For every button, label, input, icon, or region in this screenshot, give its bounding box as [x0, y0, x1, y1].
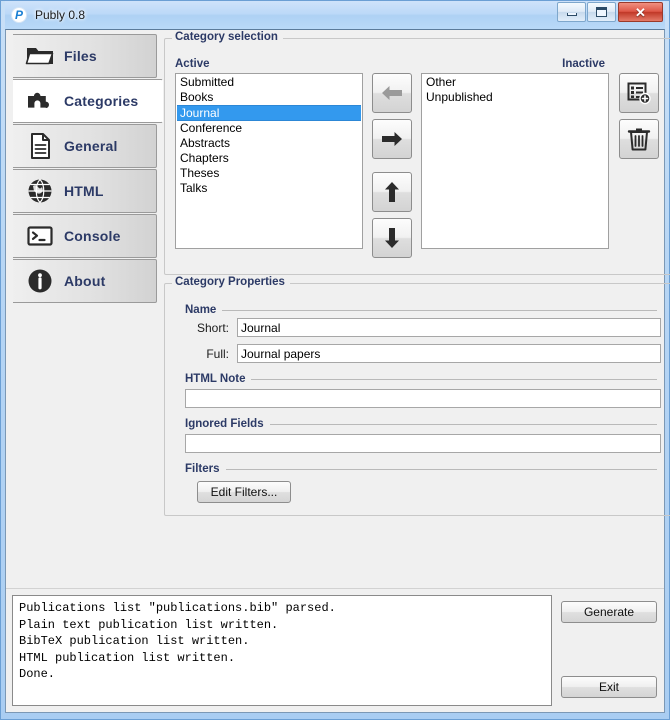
ignored-fields-subgroup-title: Ignored Fields: [185, 418, 270, 430]
list-item[interactable]: Chapters: [177, 151, 361, 166]
sidebar-item-label: Console: [64, 228, 121, 244]
generate-button[interactable]: Generate: [561, 601, 657, 623]
maximize-button[interactable]: [587, 2, 616, 22]
close-button[interactable]: ✕: [618, 2, 663, 22]
application-window: P Publy 0.8 ✕ Files Categories General H…: [0, 0, 670, 720]
globe-icon: [25, 176, 55, 206]
action-buttons: Generate Exit: [552, 595, 658, 706]
arrow-left-icon: [382, 86, 402, 100]
exit-button[interactable]: Exit: [561, 676, 657, 698]
list-item[interactable]: Unpublished: [423, 90, 607, 105]
edit-filters-button[interactable]: Edit Filters...: [197, 481, 291, 503]
settings-panel: Category selection Active Submitted Book…: [161, 30, 670, 588]
info-icon: [25, 266, 55, 296]
trash-icon: [627, 128, 651, 151]
sidebar-item-general[interactable]: General: [13, 124, 157, 168]
category-selection-group: Category selection Active Submitted Book…: [164, 31, 670, 275]
category-actions: [609, 55, 661, 165]
html-note-input[interactable]: [185, 389, 661, 408]
divider: [185, 310, 657, 311]
transfer-buttons: [363, 55, 421, 264]
full-name-label: Full:: [206, 346, 229, 361]
close-icon: ✕: [635, 4, 646, 20]
list-item[interactable]: Journal: [177, 105, 361, 121]
filters-subgroup-title: Filters: [185, 463, 226, 475]
sidebar-item-label: General: [64, 138, 118, 154]
group-title: Category selection: [172, 31, 283, 43]
list-item[interactable]: Theses: [177, 166, 361, 181]
move-up-button[interactable]: [372, 172, 412, 212]
ignored-fields-subgroup: Ignored Fields: [185, 418, 661, 453]
active-list-label: Active: [175, 58, 210, 70]
console-line: HTML publication list written.: [19, 650, 236, 665]
short-name-row: Short:: [185, 318, 661, 337]
sidebar-item-html[interactable]: HTML: [13, 169, 157, 213]
filters-subgroup: Filters Edit Filters...: [185, 463, 661, 503]
list-item[interactable]: Talks: [177, 181, 361, 196]
category-transfer: Active Submitted Books Journal Conferenc…: [175, 55, 661, 264]
sidebar: Files Categories General HTML Console Ab…: [6, 30, 163, 588]
minimize-button[interactable]: [557, 2, 586, 22]
window-controls: ✕: [556, 2, 663, 22]
console-line: Publications list "publications.bib" par…: [19, 601, 336, 615]
bottom-bar: Publications list "publications.bib" par…: [6, 588, 664, 712]
sidebar-item-files[interactable]: Files: [13, 34, 157, 78]
list-add-icon: [627, 82, 651, 105]
list-item[interactable]: Conference: [177, 121, 361, 136]
document-icon: [25, 131, 55, 161]
html-note-subgroup-title: HTML Note: [185, 373, 252, 385]
name-subgroup: Name Short: Full:: [185, 304, 661, 363]
console-output[interactable]: Publications list "publications.bib" par…: [12, 595, 552, 706]
main-area: Files Categories General HTML Console Ab…: [6, 30, 670, 588]
sidebar-item-label: Categories: [64, 93, 139, 109]
delete-category-button[interactable]: [619, 119, 659, 159]
puzzle-icon: [25, 86, 55, 116]
console-line: Plain text publication list written.: [19, 617, 279, 632]
sidebar-item-about[interactable]: About: [13, 259, 157, 303]
list-item[interactable]: Books: [177, 90, 361, 105]
terminal-icon: [25, 221, 55, 251]
inactive-list-column: Inactive Other Unpublished: [421, 55, 609, 249]
inactive-listbox[interactable]: Other Unpublished: [421, 73, 609, 249]
move-right-button[interactable]: [372, 119, 412, 159]
list-item[interactable]: Other: [423, 75, 607, 90]
arrow-up-icon: [385, 182, 399, 202]
console-line: Done.: [19, 667, 56, 681]
sidebar-item-console[interactable]: Console: [13, 214, 157, 258]
active-listbox[interactable]: Submitted Books Journal Conference Abstr…: [175, 73, 363, 249]
title-bar[interactable]: P Publy 0.8 ✕: [5, 1, 665, 29]
group-title: Category Properties: [172, 276, 290, 288]
name-subgroup-title: Name: [185, 304, 223, 316]
minimize-icon: [566, 13, 577, 16]
sidebar-item-label: About: [64, 273, 106, 289]
arrow-down-icon: [385, 228, 399, 248]
short-name-input[interactable]: [237, 318, 661, 337]
maximize-icon: [596, 7, 607, 17]
list-item[interactable]: Abstracts: [177, 136, 361, 151]
full-name-input[interactable]: [237, 344, 661, 363]
html-note-subgroup: HTML Note: [185, 373, 661, 408]
move-down-button[interactable]: [372, 218, 412, 258]
category-properties-group: Category Properties Name Short: Full:: [164, 276, 670, 516]
divider: [185, 379, 657, 380]
short-name-label: Short:: [196, 320, 229, 335]
publy-p-icon: P: [11, 7, 27, 23]
list-item[interactable]: Submitted: [177, 75, 361, 90]
add-category-button[interactable]: [619, 73, 659, 113]
active-list-column: Active Submitted Books Journal Conferenc…: [175, 55, 363, 249]
sidebar-item-label: Files: [64, 48, 97, 64]
sidebar-item-label: HTML: [64, 183, 104, 199]
window-title: Publy 0.8: [35, 8, 86, 22]
ignored-fields-input[interactable]: [185, 434, 661, 453]
move-left-button[interactable]: [372, 73, 412, 113]
console-line: BibTeX publication list written.: [19, 634, 250, 648]
full-name-row: Full:: [185, 344, 661, 363]
folder-icon: [25, 41, 55, 71]
divider: [185, 469, 657, 470]
sidebar-item-categories[interactable]: Categories: [13, 79, 163, 123]
arrow-right-icon: [382, 132, 402, 146]
client-area: Files Categories General HTML Console Ab…: [5, 29, 670, 713]
inactive-list-label: Inactive: [562, 58, 605, 70]
